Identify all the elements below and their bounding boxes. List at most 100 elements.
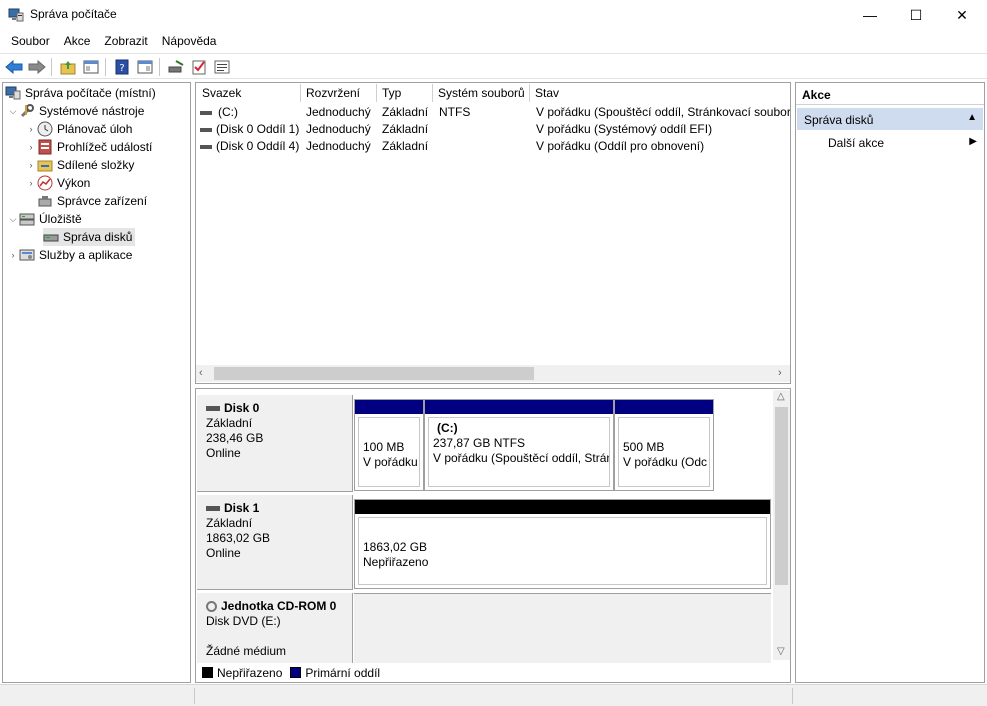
scroll-right-icon[interactable]: ›: [778, 367, 782, 379]
actions-section-disk-management[interactable]: Správa disků ▲: [797, 108, 983, 130]
performance-icon: [37, 175, 53, 191]
connect-button[interactable]: [166, 57, 186, 77]
legend-label-unallocated: Nepřiřazeno: [217, 665, 283, 680]
menu-file[interactable]: Soubor: [4, 30, 57, 52]
tree-item-services-applications[interactable]: › Služby a aplikace: [7, 246, 133, 264]
help-button[interactable]: ?: [112, 57, 132, 77]
disk1-label[interactable]: Disk 1 Základní 1863,02 GB Online: [197, 495, 353, 590]
list-view-icon: [214, 60, 230, 74]
storage-icon: [19, 211, 35, 227]
chevron-down-icon[interactable]: ⌵: [7, 106, 19, 117]
table-row[interactable]: (Disk 0 Oddíl 1): [200, 121, 299, 138]
chevron-right-icon[interactable]: ›: [7, 250, 19, 260]
actions-header: Akce: [796, 83, 984, 105]
partition-recovery[interactable]: 500 MB V pořádku (Odc: [614, 399, 714, 491]
scroll-down-icon[interactable]: ▽: [777, 646, 785, 657]
checklist-icon: [192, 60, 206, 75]
properties-view-button[interactable]: [135, 57, 155, 77]
back-button[interactable]: [4, 57, 24, 77]
disk-icon: [206, 506, 220, 511]
chevron-down-icon[interactable]: ⌵: [7, 214, 19, 225]
primary-partition-bar: [615, 400, 713, 414]
column-header-type[interactable]: Typ: [377, 84, 433, 102]
toolbar: ?: [0, 53, 987, 79]
tree-item-task-scheduler[interactable]: › Plánovač úloh: [25, 120, 132, 138]
column-header-filesystem[interactable]: Systém souborů: [433, 84, 530, 102]
scrollbar-thumb[interactable]: [214, 367, 534, 380]
check-button[interactable]: [189, 57, 209, 77]
column-header-layout[interactable]: Rozvržení: [301, 84, 377, 102]
maximize-button[interactable]: ☐: [893, 0, 939, 30]
scrollbar-thumb[interactable]: [775, 407, 788, 585]
chevron-right-icon[interactable]: ›: [25, 124, 37, 134]
collapse-up-icon[interactable]: ▲: [967, 112, 977, 123]
partition-unallocated[interactable]: 1863,02 GB Nepřiřazeno: [354, 499, 771, 589]
cdrom-media-area[interactable]: [354, 593, 771, 663]
table-row[interactable]: (C:): [200, 104, 238, 121]
up-folder-button[interactable]: [58, 57, 78, 77]
disk-status: Žádné médium: [206, 644, 287, 658]
filesystem-cell: NTFS: [439, 105, 471, 119]
tree-item-storage[interactable]: ⌵ Úložiště: [7, 210, 82, 228]
cdrom-label[interactable]: Jednotka CD-ROM 0 Disk DVD (E:) Žádné mé…: [197, 593, 353, 663]
forward-button[interactable]: [27, 57, 47, 77]
disk-status: Online: [206, 446, 241, 460]
tree-item-event-viewer[interactable]: › Prohlížeč událostí: [25, 138, 152, 156]
tree-item-performance[interactable]: › Výkon: [25, 174, 90, 192]
tree-item-label: Správce zařízení: [57, 194, 148, 208]
tree-item-shared-folders[interactable]: › Sdílené složky: [25, 156, 135, 174]
menu-view[interactable]: Zobrazit: [97, 30, 154, 52]
volume-icon: [200, 144, 212, 149]
tree-item-system-tools[interactable]: ⌵ Systémové nástroje: [7, 102, 144, 120]
chevron-right-icon[interactable]: ›: [25, 160, 37, 170]
services-icon: [19, 247, 35, 263]
help-icon: ?: [115, 59, 129, 75]
partition-status: V pořádku: [363, 455, 418, 469]
scroll-left-icon[interactable]: ‹: [199, 367, 203, 379]
menu-help[interactable]: Nápověda: [155, 30, 224, 52]
folder-up-icon: [60, 61, 76, 75]
partition-label: (C:): [437, 421, 458, 435]
disk-icon: [206, 406, 220, 411]
disk-name: Disk 0: [224, 401, 260, 415]
partition-c[interactable]: (C:) 237,87 GB NTFS V pořádku (Spouštěcí…: [424, 399, 614, 491]
drive-connect-icon: [168, 60, 184, 73]
menu-bar: Soubor Akce Zobrazit Nápověda: [0, 30, 987, 52]
minimize-icon: —: [863, 7, 877, 23]
horizontal-scrollbar[interactable]: ‹ ›: [196, 365, 790, 382]
volume-list: Svazek Rozvržení Typ Systém souborů Stav…: [195, 82, 791, 384]
computer-management-icon: [8, 7, 24, 23]
disk-name: Jednotka CD-ROM 0: [221, 599, 337, 613]
minimize-button[interactable]: —: [847, 0, 893, 30]
tree-item-label: Výkon: [57, 176, 91, 190]
primary-partition-bar: [425, 400, 613, 414]
status-divider: [792, 688, 793, 704]
chevron-right-icon[interactable]: ›: [25, 178, 37, 188]
tree-item-device-manager[interactable]: Správce zařízení: [37, 192, 147, 210]
column-header-volume[interactable]: Svazek: [197, 84, 301, 102]
legend-label-primary: Primární oddíl: [305, 665, 381, 680]
tree-item-disk-management[interactable]: Správa disků: [43, 228, 136, 246]
partition-size: 100 MB: [363, 440, 405, 454]
partition-efi[interactable]: 100 MB V pořádku: [354, 399, 424, 491]
more-actions-item[interactable]: Další akce ▶: [797, 133, 983, 153]
status-cell: V pořádku (Systémový oddíl EFI): [536, 122, 713, 136]
disk-size: 1863,02 GB: [206, 531, 271, 545]
disk-drive-icon: [43, 229, 59, 245]
partition-status: V pořádku (Spouštěcí oddíl, Strán: [433, 451, 610, 465]
status-cell: V pořádku (Oddíl pro obnovení): [536, 139, 705, 153]
tree-item-computer-management[interactable]: Správa počítače (místní): [5, 84, 156, 102]
chevron-right-icon[interactable]: ›: [25, 142, 37, 152]
menu-action[interactable]: Akce: [57, 30, 98, 52]
disk0-label[interactable]: Disk 0 Základní 238,46 GB Online: [197, 395, 353, 492]
show-hide-tree-button[interactable]: [81, 57, 101, 77]
more-actions-label: Další akce: [828, 136, 885, 150]
column-header-status[interactable]: Stav: [530, 84, 790, 102]
list-view-button[interactable]: [212, 57, 232, 77]
scroll-up-icon[interactable]: △: [777, 391, 785, 402]
table-row[interactable]: (Disk 0 Oddíl 4): [200, 138, 299, 155]
status-divider: [194, 688, 195, 704]
vertical-scrollbar[interactable]: △ ▽: [773, 390, 790, 660]
close-button[interactable]: ✕: [939, 0, 985, 30]
legend: Nepřiřazeno Primární oddíl: [202, 664, 380, 681]
